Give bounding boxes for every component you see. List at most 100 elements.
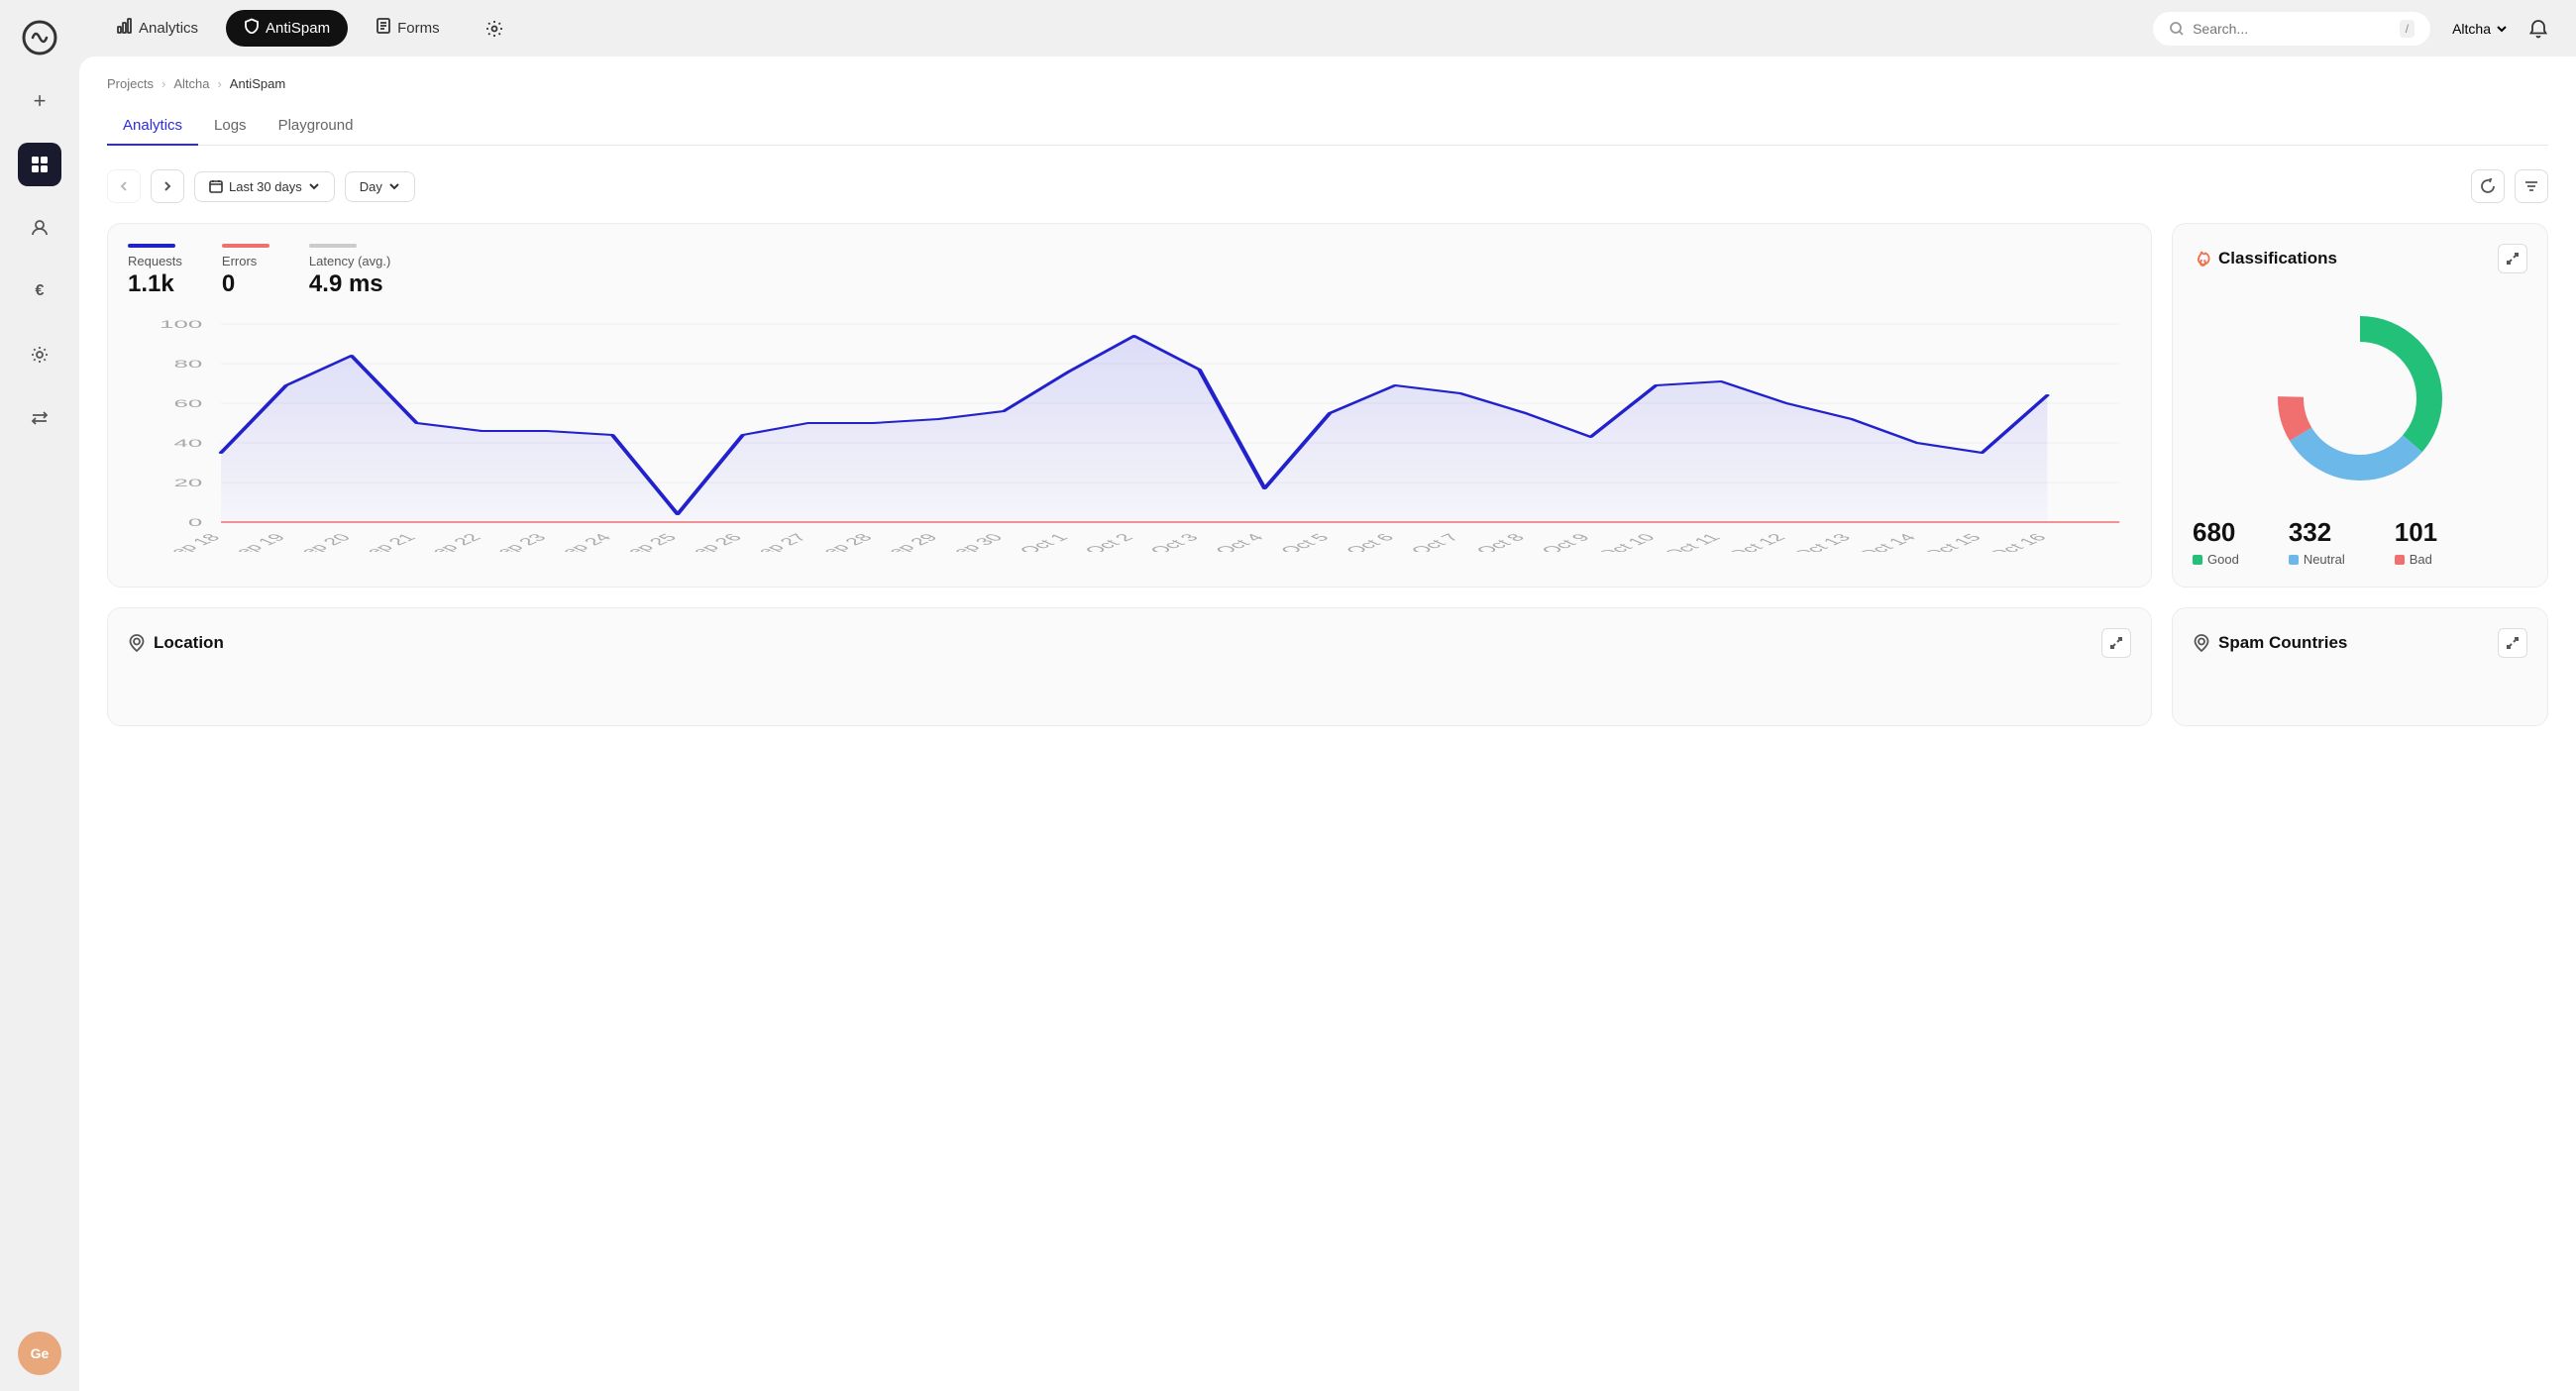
sidebar-billing-btn[interactable]: €	[18, 269, 61, 313]
spam-countries-card: Spam Countries	[2172, 607, 2548, 726]
svg-text:Oct 12: Oct 12	[1723, 532, 1789, 552]
errors-legend-line	[222, 244, 269, 248]
svg-text:Sep 30: Sep 30	[937, 532, 1008, 552]
breadcrumb-altcha[interactable]: Altcha	[173, 76, 209, 91]
spam-countries-icon	[2193, 634, 2210, 652]
chevron-right-icon	[161, 179, 174, 193]
neutral-label: Neutral	[2304, 552, 2345, 567]
spam-countries-header: Spam Countries	[2193, 628, 2527, 658]
svg-text:60: 60	[173, 398, 202, 410]
spam-countries-title: Spam Countries	[2193, 633, 2347, 653]
sidebar-exchange-btn[interactable]	[18, 396, 61, 440]
svg-text:Oct 3: Oct 3	[1145, 532, 1203, 552]
svg-text:80: 80	[173, 359, 202, 371]
breadcrumb-projects[interactable]: Projects	[107, 76, 154, 91]
donut-chart	[2261, 299, 2459, 497]
sidebar-apps-btn[interactable]	[18, 143, 61, 186]
breadcrumb: Projects › Altcha › AntiSpam	[107, 76, 2548, 91]
nav-tab-antispam[interactable]: AntiSpam	[226, 10, 348, 47]
filter-btn[interactable]	[2515, 169, 2548, 203]
interval-dropdown[interactable]: Day	[345, 171, 415, 202]
chart-svg: 100 80 60 40 20 0	[128, 314, 2131, 552]
location-card: Location	[107, 607, 2152, 726]
svg-text:Sep 22: Sep 22	[415, 532, 485, 552]
page-tabs: Analytics Logs Playground	[107, 107, 2548, 146]
svg-text:Oct 6: Oct 6	[1342, 532, 1399, 552]
svg-text:Sep 20: Sep 20	[284, 532, 355, 552]
user-menu[interactable]: Altcha	[2452, 21, 2509, 37]
tab-playground[interactable]: Playground	[263, 107, 370, 146]
date-range-dropdown[interactable]: Last 30 days	[194, 171, 335, 202]
svg-text:Oct 8: Oct 8	[1471, 532, 1529, 552]
nav-tab-forms[interactable]: Forms	[358, 10, 458, 47]
prev-btn[interactable]	[107, 169, 141, 203]
metric-latency: Latency (avg.) 4.9 ms	[309, 244, 390, 298]
expand-icon	[2109, 636, 2123, 650]
nav-tab-settings[interactable]	[468, 12, 521, 46]
svg-text:Sep 25: Sep 25	[611, 532, 682, 552]
svg-text:Oct 15: Oct 15	[1919, 532, 1986, 552]
filter-icon	[2523, 178, 2539, 194]
latency-label: Latency (avg.)	[309, 254, 390, 268]
metrics-row: Requests 1.1k Errors 0 Latency (avg.) 4.…	[128, 244, 2131, 298]
svg-text:Oct 10: Oct 10	[1593, 532, 1660, 552]
errors-value: 0	[222, 270, 269, 298]
tab-analytics[interactable]: Analytics	[107, 107, 198, 146]
latency-legend-line	[309, 244, 357, 248]
svg-text:Sep 18: Sep 18	[155, 532, 225, 552]
nav-tab-analytics[interactable]: Analytics	[99, 10, 216, 47]
spam-countries-expand-btn[interactable]	[2498, 628, 2527, 658]
user-avatar[interactable]: Ge	[18, 1332, 61, 1375]
location-expand-btn[interactable]	[2101, 628, 2131, 658]
errors-label: Errors	[222, 254, 269, 268]
app-logo	[18, 16, 61, 59]
svg-text:Sep 23: Sep 23	[481, 532, 551, 552]
chevron-down-icon	[388, 180, 400, 192]
search-kbd: /	[2400, 20, 2415, 38]
toolbar: Last 30 days Day	[107, 169, 2548, 203]
refresh-btn[interactable]	[2471, 169, 2505, 203]
svg-text:100: 100	[160, 319, 202, 331]
bad-label: Bad	[2410, 552, 2432, 567]
metric-requests: Requests 1.1k	[128, 244, 182, 298]
sidebar-settings-btn[interactable]	[18, 333, 61, 376]
search-icon	[2169, 21, 2185, 37]
requests-label: Requests	[128, 254, 182, 268]
svg-text:Oct 14: Oct 14	[1854, 532, 1920, 552]
sidebar-users-btn[interactable]	[18, 206, 61, 250]
tab-logs[interactable]: Logs	[198, 107, 263, 146]
bad-dot	[2395, 555, 2405, 565]
classifications-title: Classifications	[2193, 249, 2337, 268]
notifications-bell[interactable]	[2521, 11, 2556, 47]
stat-bad: 101 Bad	[2395, 517, 2437, 567]
expand-icon	[2506, 636, 2520, 650]
chevron-left-icon	[117, 179, 131, 193]
search-input[interactable]	[2193, 21, 2392, 37]
good-label: Good	[2207, 552, 2239, 567]
refresh-icon	[2480, 178, 2496, 194]
svg-text:Sep 28: Sep 28	[806, 532, 877, 552]
flame-icon	[2193, 250, 2210, 268]
svg-text:Sep 26: Sep 26	[676, 532, 746, 552]
neutral-value: 332	[2289, 517, 2345, 548]
top-navigation: Analytics AntiSpam Forms	[79, 0, 2576, 56]
metric-errors: Errors 0	[222, 244, 269, 298]
requests-chart-card: Requests 1.1k Errors 0 Latency (avg.) 4.…	[107, 223, 2152, 588]
svg-text:40: 40	[173, 438, 202, 450]
next-btn[interactable]	[151, 169, 184, 203]
svg-text:Sep 21: Sep 21	[350, 532, 420, 552]
location-title: Location	[128, 633, 224, 653]
expand-icon	[2506, 252, 2520, 266]
analytics-nav-icon	[117, 18, 133, 39]
svg-text:Sep 19: Sep 19	[220, 532, 290, 552]
classifications-expand-btn[interactable]	[2498, 244, 2527, 273]
main-area: Analytics AntiSpam Forms	[79, 0, 2576, 1391]
sidebar-add-btn[interactable]: +	[18, 79, 61, 123]
svg-text:0: 0	[188, 517, 202, 529]
location-icon	[128, 634, 146, 652]
nav-right: Altcha	[2452, 11, 2556, 47]
neutral-dot	[2289, 555, 2299, 565]
svg-text:Oct 16: Oct 16	[1985, 532, 2051, 552]
svg-text:Oct 2: Oct 2	[1080, 532, 1137, 552]
good-value: 680	[2193, 517, 2239, 548]
